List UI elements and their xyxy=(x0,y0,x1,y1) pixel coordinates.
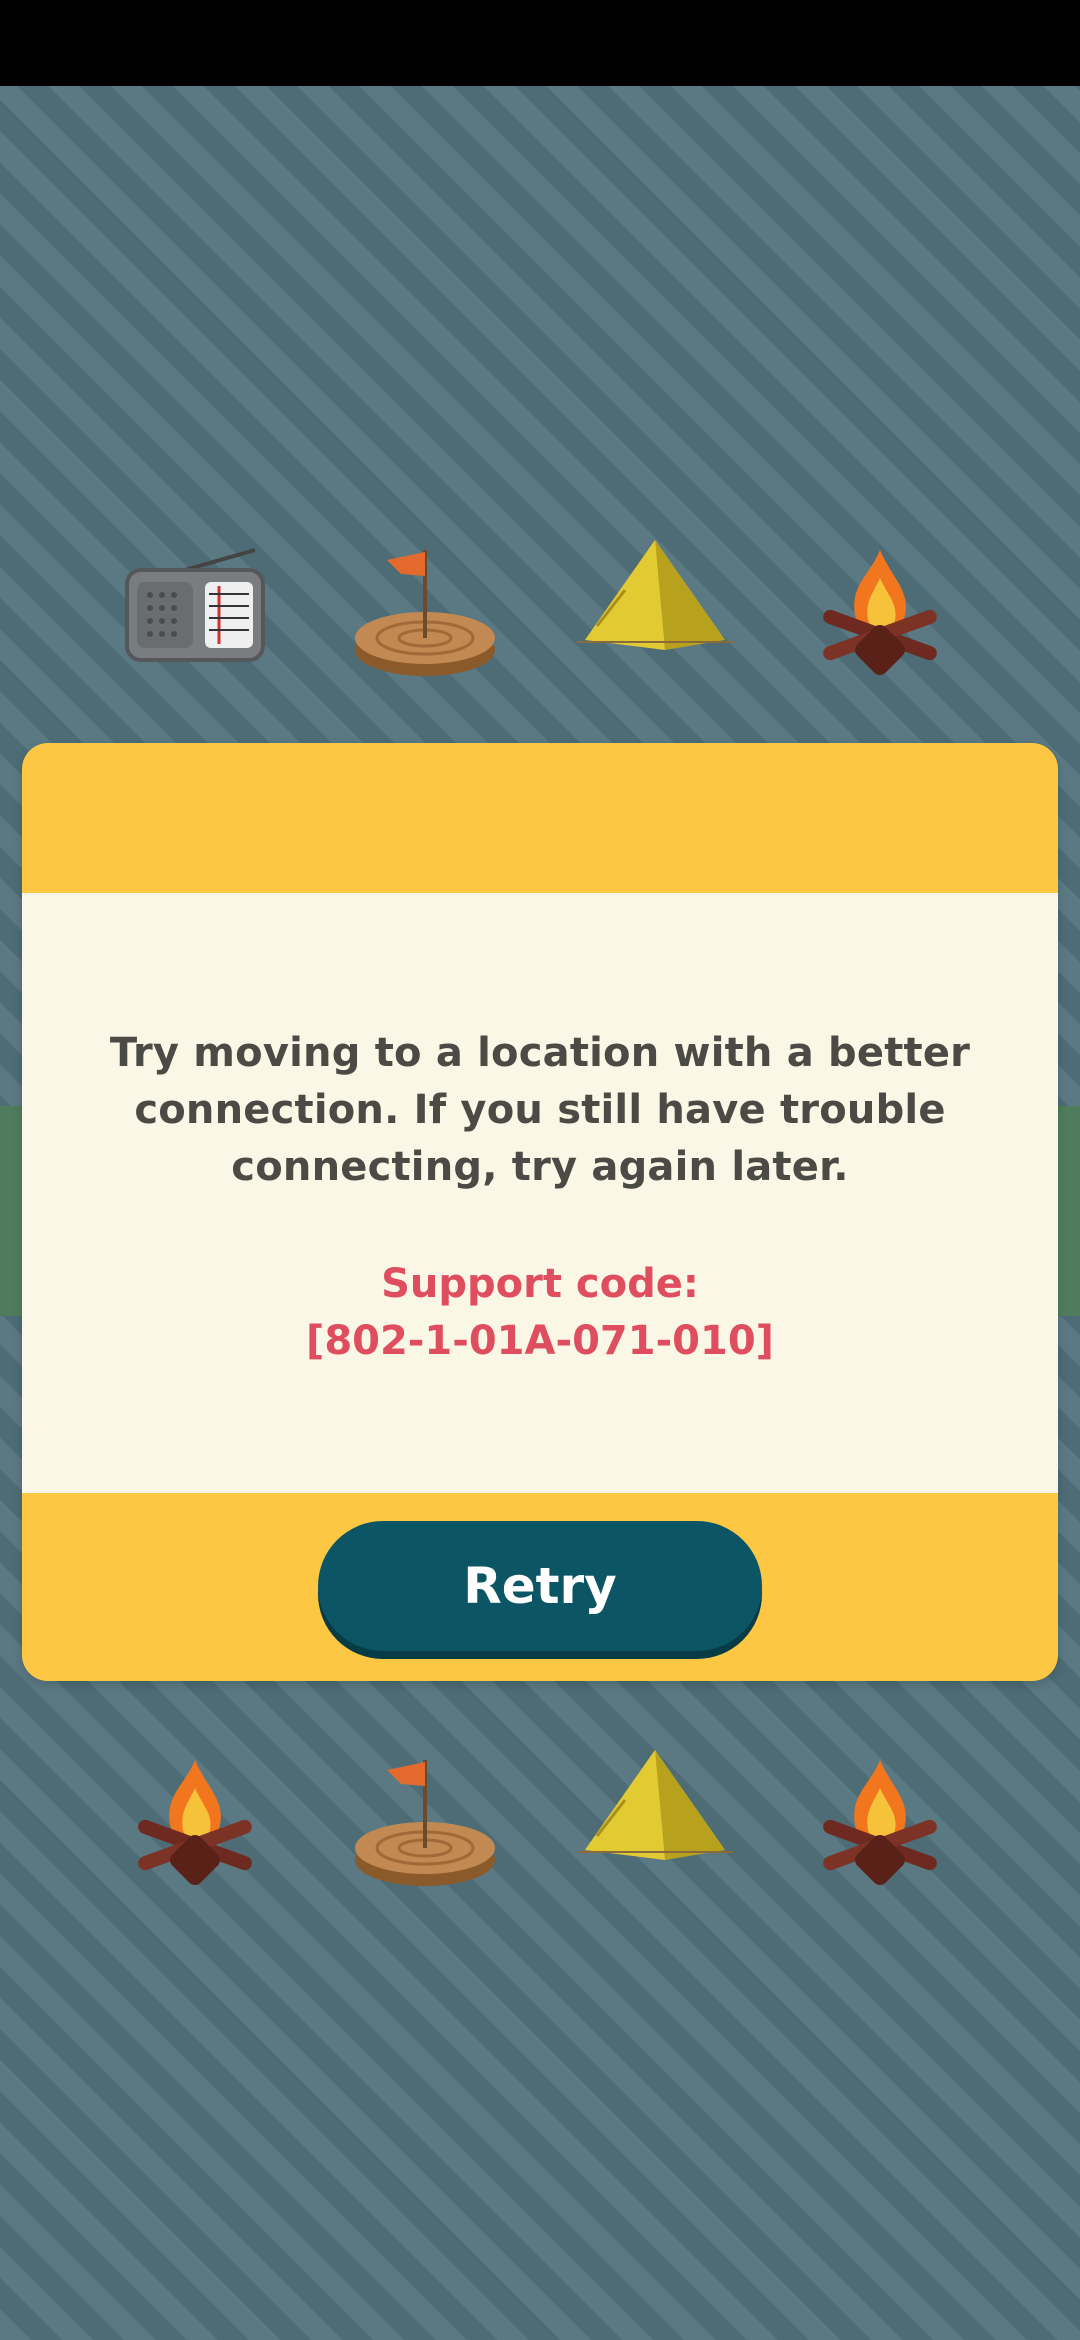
error-dialog: Try moving to a location with a better c… xyxy=(22,743,1058,1681)
campfire-icon xyxy=(800,530,960,690)
app-screen: Try moving to a location with a better c… xyxy=(0,0,1080,2340)
support-code-label: Support code: xyxy=(381,1261,699,1307)
campfire-icon xyxy=(115,1740,275,1900)
flag-stump-icon xyxy=(345,1740,505,1900)
decor-row-top xyxy=(0,530,1080,690)
decor-row-bottom xyxy=(0,1740,1080,1900)
tent-icon xyxy=(575,1740,735,1900)
support-code-value: [802-1-01A-071-010] xyxy=(306,1318,774,1364)
status-bar xyxy=(0,0,1080,86)
retry-button[interactable]: Retry xyxy=(318,1521,762,1651)
radio-icon xyxy=(115,530,275,690)
error-message: Try moving to a location with a better c… xyxy=(109,1030,971,1190)
campfire-icon xyxy=(800,1740,960,1900)
tent-icon xyxy=(575,530,735,690)
flag-stump-icon xyxy=(345,530,505,690)
